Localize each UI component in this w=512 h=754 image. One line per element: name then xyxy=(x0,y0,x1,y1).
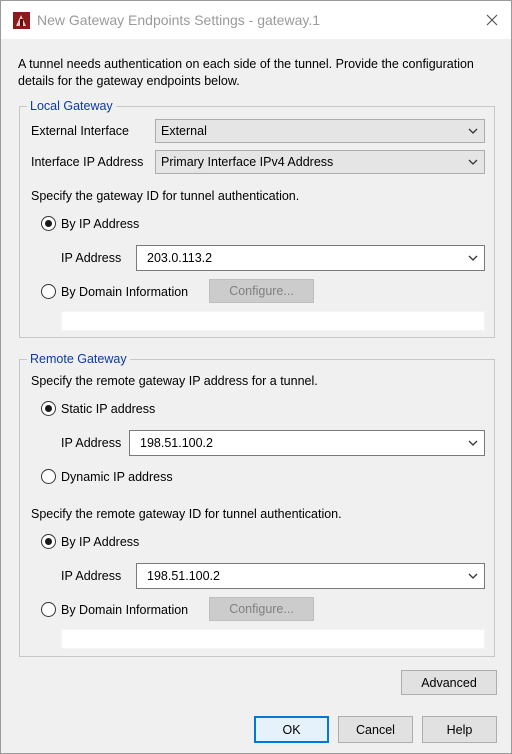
chevron-down-icon xyxy=(468,573,478,579)
radio-selected-icon xyxy=(41,401,56,416)
title-bar[interactable]: New Gateway Endpoints Settings - gateway… xyxy=(1,1,511,39)
external-interface-label: External Interface xyxy=(31,124,129,138)
remote-ip-prompt: Specify the remote gateway IP address fo… xyxy=(31,374,318,388)
remote-configure-button[interactable]: Configure... xyxy=(209,597,314,621)
local-by-domain-label: By Domain Information xyxy=(61,284,189,299)
local-ip-address-value: 203.0.113.2 xyxy=(147,251,213,265)
remote-id-ip-address-label: IP Address xyxy=(61,569,122,583)
local-by-domain-radio[interactable]: By Domain Information xyxy=(41,284,188,299)
radio-selected-icon xyxy=(41,216,56,231)
chevron-down-icon xyxy=(468,159,478,165)
ok-button[interactable]: OK xyxy=(254,716,329,743)
interface-ip-label: Interface IP Address xyxy=(31,155,144,169)
remote-by-domain-label: By Domain Information xyxy=(61,602,189,617)
local-by-ip-radio[interactable]: By IP Address xyxy=(41,216,139,231)
local-by-ip-label: By IP Address xyxy=(61,216,140,231)
external-interface-value: External xyxy=(161,124,207,138)
interface-ip-select[interactable]: Primary Interface IPv4 Address xyxy=(155,150,485,174)
static-ip-radio[interactable]: Static IP address xyxy=(41,401,155,416)
radio-unselected-icon xyxy=(41,469,56,484)
static-ip-label: Static IP address xyxy=(61,401,156,416)
close-icon xyxy=(486,14,498,26)
local-gateway-id-prompt: Specify the gateway ID for tunnel authen… xyxy=(31,189,300,203)
dynamic-ip-label: Dynamic IP address xyxy=(61,469,173,484)
chevron-down-icon xyxy=(468,128,478,134)
remote-domain-info-field xyxy=(61,629,485,649)
remote-ip-address-combo[interactable]: 198.51.100.2 xyxy=(129,430,485,456)
intro-text: A tunnel needs authentication on each si… xyxy=(18,57,474,88)
radio-unselected-icon xyxy=(41,602,56,617)
remote-ip-address-label: IP Address xyxy=(61,436,122,450)
chevron-down-icon xyxy=(468,255,478,261)
local-gateway-legend: Local Gateway xyxy=(30,99,113,113)
remote-id-ip-address-value: 198.51.100.2 xyxy=(147,569,220,583)
external-interface-select[interactable]: External xyxy=(155,119,485,143)
close-button[interactable] xyxy=(479,7,505,33)
remote-gateway-legend: Remote Gateway xyxy=(30,352,127,366)
local-ip-address-combo[interactable]: 203.0.113.2 xyxy=(136,245,485,271)
local-domain-info-field xyxy=(61,311,485,331)
remote-by-ip-label: By IP Address xyxy=(61,534,140,549)
dynamic-ip-radio[interactable]: Dynamic IP address xyxy=(41,469,173,484)
remote-by-ip-radio[interactable]: By IP Address xyxy=(41,534,139,549)
firebox-app-icon xyxy=(13,12,30,29)
remote-ip-address-value: 198.51.100.2 xyxy=(140,436,213,450)
remote-id-ip-address-combo[interactable]: 198.51.100.2 xyxy=(136,563,485,589)
advanced-button[interactable]: Advanced xyxy=(401,670,497,695)
interface-ip-value: Primary Interface IPv4 Address xyxy=(161,155,334,169)
local-ip-address-label: IP Address xyxy=(61,251,122,265)
dialog-content: A tunnel needs authentication on each si… xyxy=(1,39,511,753)
remote-gateway-id-prompt: Specify the remote gateway ID for tunnel… xyxy=(31,507,342,521)
cancel-button[interactable]: Cancel xyxy=(338,716,413,743)
dialog-window: New Gateway Endpoints Settings - gateway… xyxy=(0,0,512,754)
window-title: New Gateway Endpoints Settings - gateway… xyxy=(37,12,321,28)
radio-unselected-icon xyxy=(41,284,56,299)
chevron-down-icon xyxy=(468,440,478,446)
help-button[interactable]: Help xyxy=(422,716,497,743)
remote-by-domain-radio[interactable]: By Domain Information xyxy=(41,602,188,617)
radio-selected-icon xyxy=(41,534,56,549)
local-configure-button[interactable]: Configure... xyxy=(209,279,314,303)
